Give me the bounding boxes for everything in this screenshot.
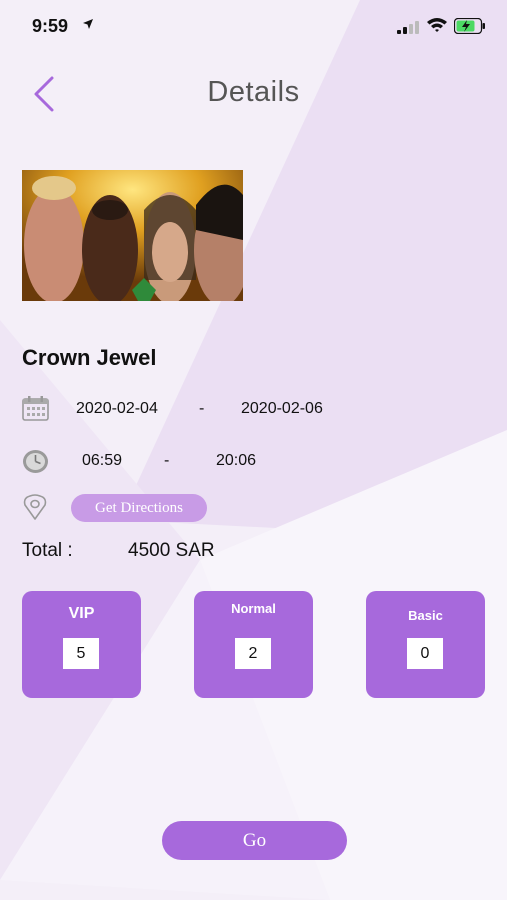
wifi-icon	[427, 18, 447, 32]
ticket-card-basic[interactable]: Basic	[366, 591, 485, 698]
map-pin-icon	[23, 494, 47, 520]
ticket-quantity-basic[interactable]	[407, 638, 443, 669]
time-separator: -	[164, 452, 170, 469]
event-start-date: 2020-02-04	[76, 400, 158, 417]
ticket-label-normal: Normal	[231, 601, 276, 616]
event-poster-image	[22, 170, 243, 301]
page-title: Details	[207, 76, 300, 108]
ticket-label-basic: Basic	[408, 608, 443, 623]
cellular-signal-icon	[397, 21, 419, 34]
date-separator: -	[199, 400, 205, 417]
background	[0, 0, 507, 900]
status-bar: 9:59	[0, 0, 507, 54]
event-start-time: 06:59	[82, 452, 123, 469]
ticket-label-vip: VIP	[68, 605, 95, 622]
total-label: Total :	[22, 540, 73, 561]
clock-icon	[23, 450, 48, 473]
status-time: 9:59	[32, 16, 69, 36]
location-arrow-icon	[83, 19, 93, 29]
ticket-card-vip[interactable]: VIP	[22, 591, 141, 698]
get-directions-button[interactable]: Get Directions	[71, 494, 207, 522]
event-end-time: 20:06	[216, 452, 257, 469]
ticket-quantity-vip[interactable]	[63, 638, 99, 669]
ticket-card-normal[interactable]: Normal	[194, 591, 313, 698]
go-button[interactable]: Go	[162, 821, 347, 860]
battery-charging-icon	[454, 18, 485, 34]
event-end-date: 2020-02-06	[241, 400, 323, 417]
event-title: Crown Jewel	[22, 345, 157, 370]
total-value: 4500 SAR	[128, 540, 215, 561]
calendar-icon	[22, 396, 49, 421]
ticket-quantity-normal[interactable]	[235, 638, 271, 669]
